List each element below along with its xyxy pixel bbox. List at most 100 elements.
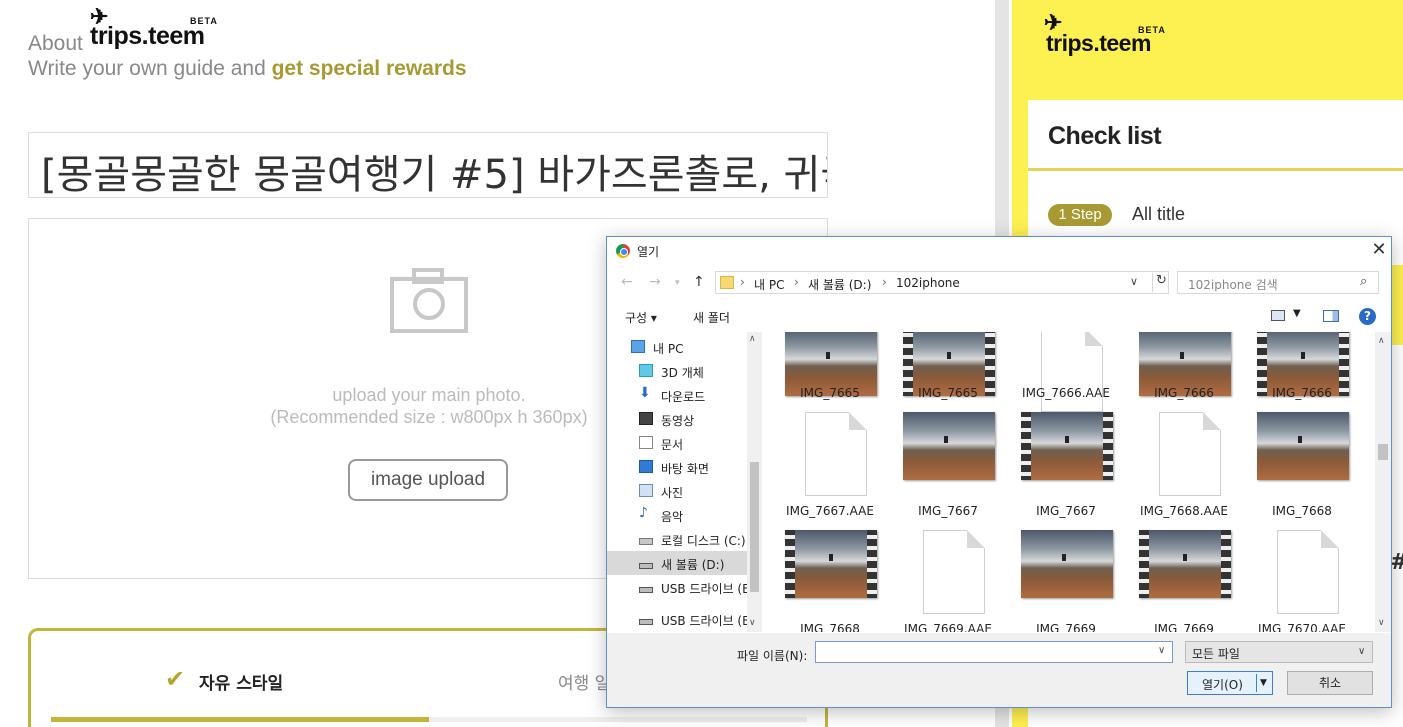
tree-item-3[interactable]: 동영상 [607,407,747,431]
guide-title-value: [몽골몽골한 몽골여행기 #5] 바가즈론촐로, 귀국 [41,152,828,198]
file-item[interactable]: IMG_7668 [765,530,880,632]
tree-item-4[interactable]: 문서 [607,431,747,455]
file-item[interactable]: IMG_7667.AAE [765,412,880,542]
help-icon[interactable]: ? [1359,308,1376,325]
tree-item-label: 바탕 화면 [661,462,709,476]
file-scroll-thumb[interactable] [1378,444,1388,460]
chevron-down-icon[interactable]: ∨ [1158,645,1165,656]
tree-item-10[interactable]: USB 드라이브 (E [607,575,750,599]
document-file-icon [1277,530,1339,614]
tree-item-label: 음악 [661,510,684,524]
usb-drive-icon [639,619,653,625]
tab-travel-schedule[interactable]: 여행 일 [558,669,610,694]
pictures-icon [639,484,653,497]
file-item[interactable]: IMG_7669.AAE [883,530,998,632]
video-thumbnail [1139,530,1231,598]
step-badge: 1 Step [1048,204,1112,226]
dialog-toolbar: 구성 ▾ 새 폴더 ▼ ? [607,305,1391,329]
usb-drive-icon [639,587,653,593]
search-icon[interactable]: ⌕ [1360,274,1367,289]
thumbnail-figure [829,554,834,562]
breadcrumb-my-pc[interactable]: 내 PC [754,276,784,293]
breadcrumb-102iphone[interactable]: 102iphone [896,276,960,290]
search-placeholder: 102iphone 검색 [1188,278,1278,292]
refresh-icon[interactable]: ↻ [1152,273,1170,292]
chrome-icon [616,244,630,258]
file-item[interactable]: IMG_7668 [1237,412,1352,542]
scroll-down-icon[interactable]: ∨ [1378,618,1385,628]
chevron-right-icon: › [794,275,799,289]
checkmark-icon: ✔ [165,665,186,693]
thumbnail-figure [1180,352,1185,360]
open-button[interactable]: 열기(O) ▼ [1187,671,1273,695]
dialog-footer: 파일 이름(N): ∨ 모든 파일 ∨ 열기(O) ▼ 취소 [607,633,1391,707]
cancel-button[interactable]: 취소 [1287,671,1373,695]
scroll-down-icon[interactable]: ∨ [749,618,756,628]
camera-icon [390,268,468,333]
tagline-highlight[interactable]: get special rewards [272,57,467,80]
tree-item-5[interactable]: 바탕 화면 [607,455,747,479]
tree-item-2[interactable]: ⬇ 다운로드 [607,383,747,407]
filename-label: 파일 이름(N): [737,649,808,663]
scroll-up-icon[interactable]: ∧ [1378,336,1385,346]
up-arrow-icon[interactable]: ↑ [693,274,705,290]
about-word: About [28,32,83,55]
tree-item-1[interactable]: 3D 개체 [607,359,747,383]
navigation-row: ← → ▾ ↑ › 내 PC › 새 볼륨 (D:) › 102iphone ∨… [607,271,1391,295]
file-item[interactable]: IMG_7668.AAE [1119,412,1234,542]
breadcrumb-volume-d[interactable]: 새 볼륨 (D:) [808,276,871,293]
tree-item-8[interactable]: 로컬 디스크 (C:) [607,527,747,551]
tree-scroll-thumb[interactable] [750,462,759,592]
chevron-down-icon: ∨ [1358,646,1366,657]
film-strip-icon [1021,412,1031,480]
file-item[interactable]: IMG_7670.AAE [1237,530,1352,632]
guide-title-input[interactable]: [몽골몽골한 몽골여행기 #5] 바가즈론촐로, 귀국 [28,132,828,198]
thumbnail-figure [947,352,952,360]
view-dropdown-icon[interactable]: ▼ [1293,308,1301,319]
tree-item-label: 새 볼륨 (D:) [661,558,725,572]
document-file-icon [805,412,867,496]
film-strip-icon [1221,530,1231,598]
tree-item-7[interactable]: ♪ 음악 [607,503,747,527]
file-item[interactable]: IMG_7669 [1001,530,1116,632]
image-upload-button[interactable]: image upload [348,459,508,501]
new-folder-button[interactable]: 새 폴더 [693,309,730,326]
file-item[interactable]: IMG_7669 [1119,530,1234,632]
preview-pane-icon[interactable] [1323,310,1339,322]
tagline-lead: Write your own guide and [28,57,272,80]
logo-name: trips.teem [90,22,205,50]
tab-free-style[interactable]: 자유 스타일 [199,669,283,694]
file-name: IMG_7666 [1272,386,1332,400]
address-bar[interactable]: › 내 PC › 새 볼륨 (D:) › 102iphone ∨ ↻ [715,271,1169,294]
chevron-right-icon: › [740,275,745,289]
open-dropdown-icon[interactable]: ▼ [1256,674,1270,692]
folder-search-input[interactable]: 102iphone 검색 ⌕ [1177,271,1379,294]
photo-thumbnail [903,412,995,480]
forward-arrow-icon[interactable]: → [649,274,661,290]
filetype-select[interactable]: 모든 파일 ∨ [1185,641,1373,663]
back-arrow-icon[interactable]: ← [621,274,633,290]
thumbnail-figure [1301,352,1306,360]
recent-dropdown-icon[interactable]: ▾ [675,278,680,288]
file-open-dialog: 열기 ✕ ← → ▾ ↑ › 내 PC › 새 볼륨 (D:) › 102iph… [606,236,1392,708]
sidebar-beta-badge: BETA [1138,25,1166,35]
tree-item-6[interactable]: 사진 [607,479,747,503]
file-list-scrollbar[interactable]: ∧ ∨ [1375,332,1391,632]
close-icon[interactable]: ✕ [1367,239,1391,263]
tree-scrollbar[interactable]: ∧ ∨ [747,332,762,632]
scroll-up-icon[interactable]: ∧ [749,334,756,344]
filename-input[interactable] [815,641,1173,663]
file-item[interactable]: IMG_7667 [883,412,998,542]
tree-item-11[interactable]: USB 드라이브 (E:) [607,607,758,631]
organize-menu[interactable]: 구성 ▾ [625,309,657,326]
tree-item-0[interactable]: 내 PC [607,335,747,359]
chevron-down-icon[interactable]: ∨ [1130,275,1138,288]
dialog-titlebar[interactable]: 열기 ✕ [607,237,1391,265]
tree-item-9[interactable]: 새 볼륨 (D:) [607,551,747,575]
file-item[interactable]: IMG_7667 [1001,412,1116,542]
beta-badge: BETA [190,16,218,26]
film-strip-icon [1139,530,1149,598]
file-list: IMG_7665 IMG_7665 IMG_7666.AAE IMG_7666 IMG_… [765,332,1375,632]
view-mode-icon[interactable] [1271,310,1285,321]
thumbnail-figure [1065,436,1070,444]
